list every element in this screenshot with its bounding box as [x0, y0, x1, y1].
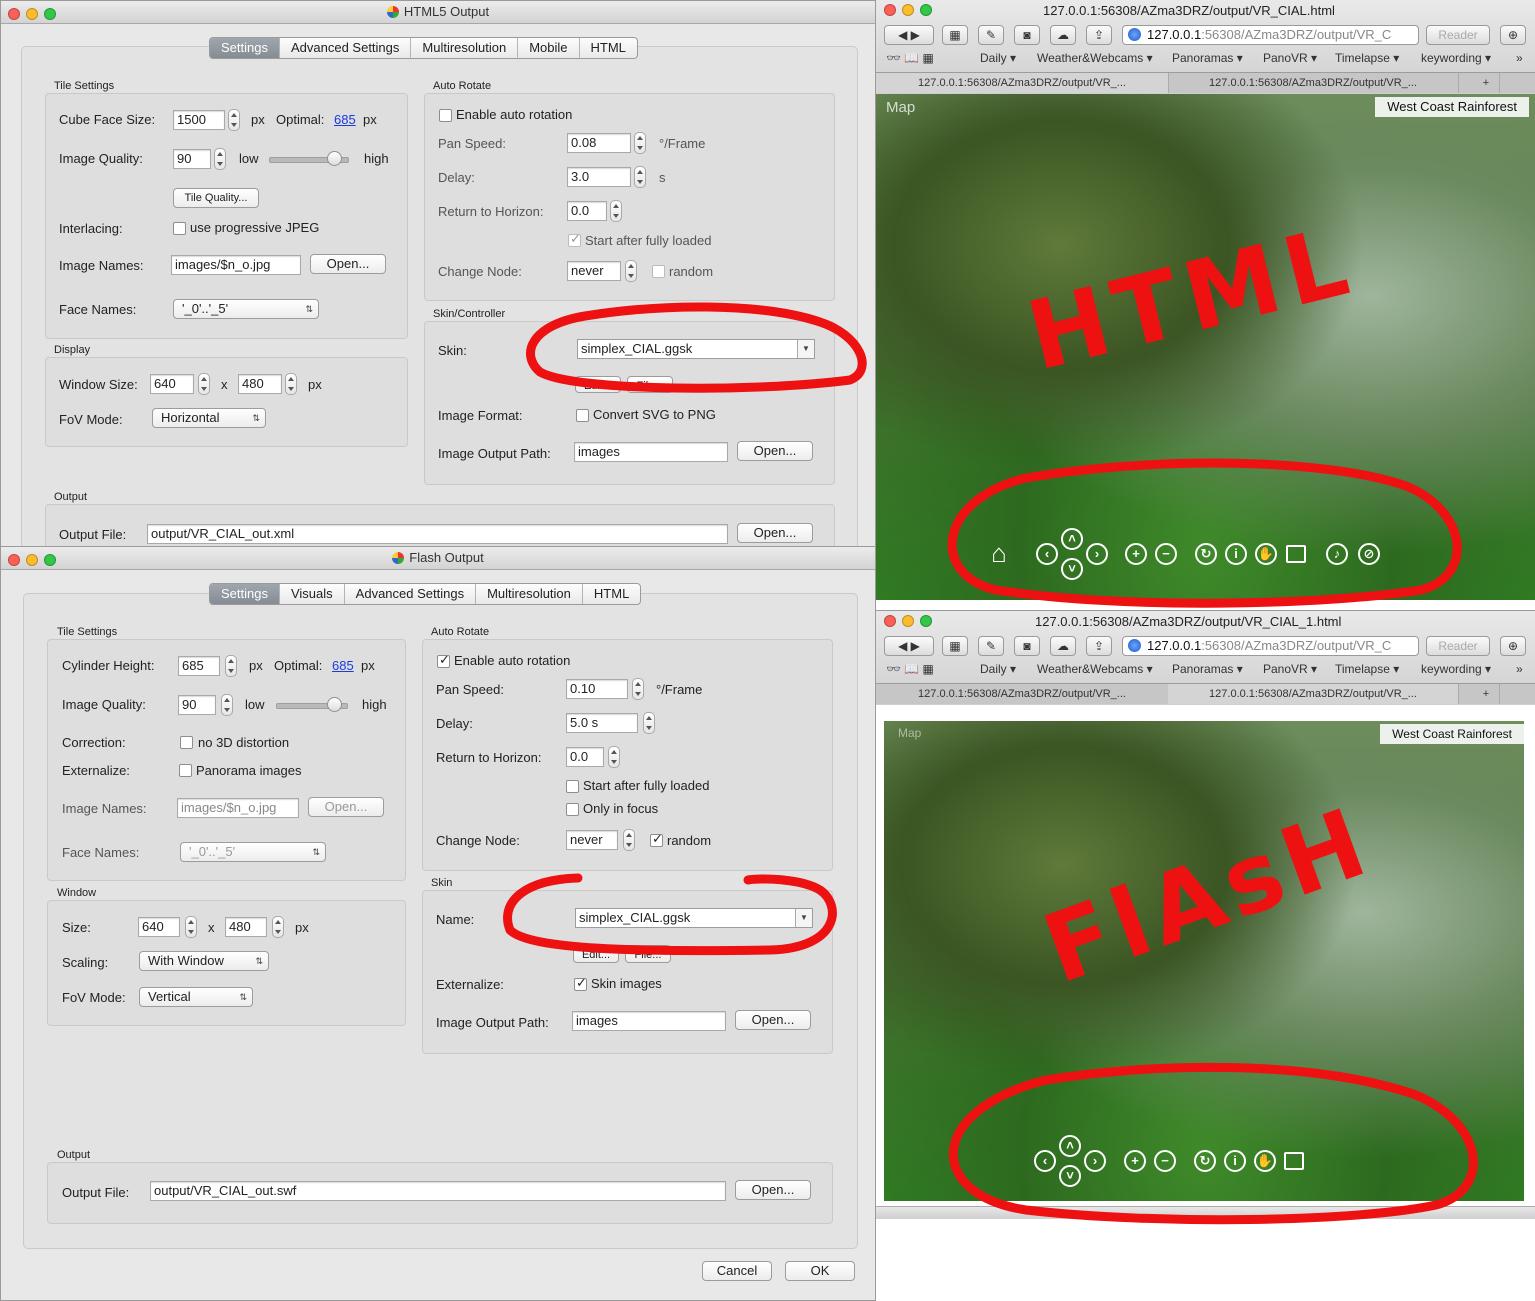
html5-controls-circle	[947, 458, 1462, 608]
annotation-circles-left	[503, 302, 867, 956]
flash-skin-circle	[503, 873, 837, 956]
flash-controls-circle	[949, 1062, 1478, 1225]
html5-skin-circle	[526, 302, 867, 393]
annotation-circles-right	[947, 458, 1478, 1225]
